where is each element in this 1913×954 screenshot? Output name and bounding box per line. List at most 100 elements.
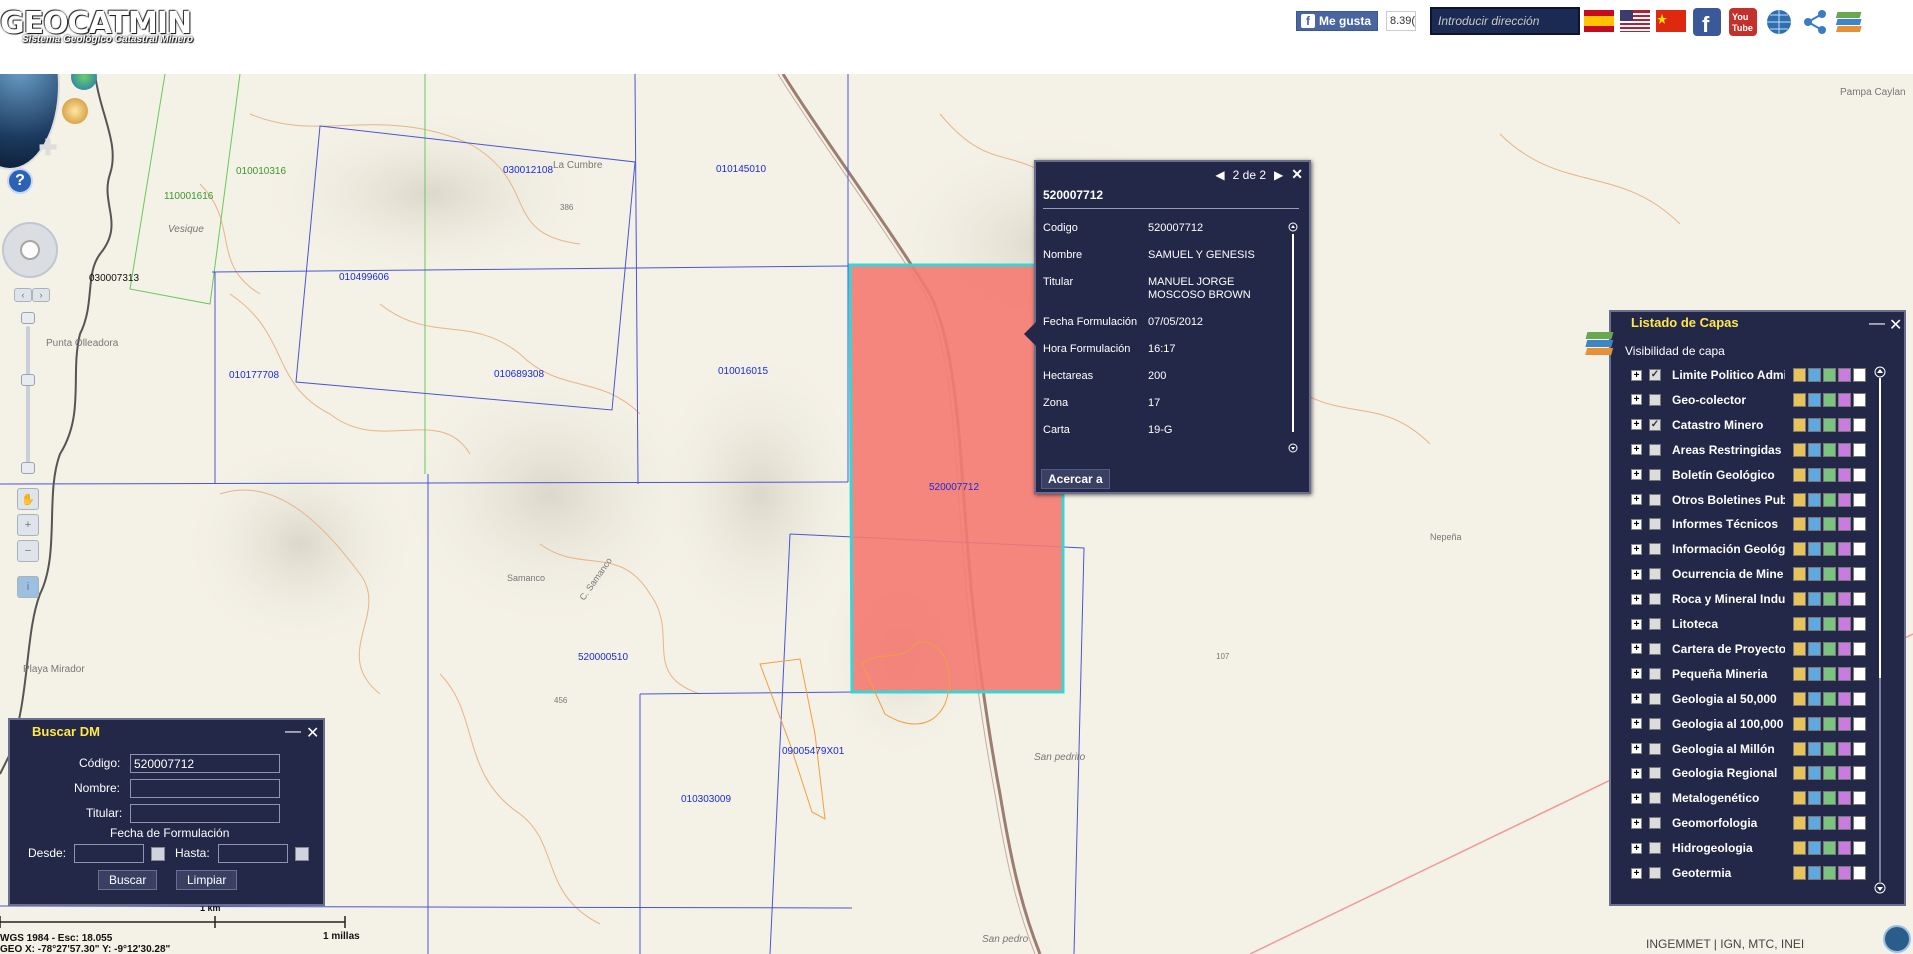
flag-china-icon[interactable]: [1656, 6, 1686, 36]
layer-legend-icon[interactable]: [1808, 492, 1821, 507]
globe-grid-icon[interactable]: [1764, 6, 1794, 36]
layer-visibility-checkbox[interactable]: [1649, 817, 1661, 830]
expand-icon[interactable]: +: [1631, 693, 1642, 705]
layer-settings-icon[interactable]: [1793, 467, 1806, 482]
layer-transparency-icon[interactable]: [1823, 617, 1836, 631]
layer-transparency-icon[interactable]: [1823, 467, 1836, 482]
codigo-input[interactable]: [130, 754, 280, 773]
zoom-in-tool-icon[interactable]: +: [17, 514, 39, 536]
layer-row[interactable]: + Geologia al 50,000: [1611, 688, 1881, 710]
layer-visibility-checkbox[interactable]: [1649, 867, 1661, 879]
layer-legend-icon[interactable]: [1808, 641, 1821, 656]
layer-metadata-icon[interactable]: [1838, 368, 1851, 382]
layer-document-icon[interactable]: [1853, 392, 1866, 407]
help-icon[interactable]: ?: [7, 168, 33, 194]
layer-document-icon[interactable]: [1853, 641, 1866, 656]
layer-settings-icon[interactable]: [1793, 492, 1806, 507]
layer-row[interactable]: + Hidrogeologia: [1611, 837, 1881, 859]
layer-legend-icon[interactable]: [1808, 841, 1821, 856]
layer-transparency-icon[interactable]: [1823, 368, 1836, 382]
layer-metadata-icon[interactable]: [1838, 791, 1851, 806]
layer-metadata-icon[interactable]: [1838, 542, 1851, 557]
layer-row[interactable]: + Geo-colector: [1611, 389, 1881, 411]
limpiar-button[interactable]: Limpiar: [176, 870, 238, 890]
flag-usa-icon[interactable]: [1620, 6, 1650, 36]
layer-document-icon[interactable]: [1853, 492, 1866, 507]
layer-row[interactable]: + ✓ Catastro Minero: [1611, 414, 1881, 436]
close-icon[interactable]: ✕: [1291, 166, 1303, 183]
expand-icon[interactable]: +: [1631, 568, 1642, 580]
layer-transparency-icon[interactable]: [1823, 691, 1836, 706]
layer-metadata-icon[interactable]: [1838, 517, 1851, 532]
expand-icon[interactable]: +: [1631, 494, 1642, 505]
layer-visibility-checkbox[interactable]: ✓: [1649, 418, 1661, 431]
layer-legend-icon[interactable]: [1808, 392, 1821, 407]
layer-legend-icon[interactable]: [1808, 442, 1821, 457]
layer-metadata-icon[interactable]: [1838, 417, 1851, 432]
layer-metadata-icon[interactable]: [1838, 492, 1851, 507]
magnifier-icon[interactable]: [62, 98, 88, 124]
layer-document-icon[interactable]: [1853, 841, 1866, 856]
layer-transparency-icon[interactable]: [1823, 791, 1836, 806]
layer-transparency-icon[interactable]: [1823, 542, 1836, 557]
expand-icon[interactable]: +: [1631, 743, 1642, 754]
layer-metadata-icon[interactable]: [1838, 866, 1851, 880]
prev-extent-icon[interactable]: ‹: [14, 288, 32, 302]
layer-transparency-icon[interactable]: [1823, 666, 1836, 681]
layer-visibility-checkbox[interactable]: [1649, 692, 1661, 705]
next-extent-icon[interactable]: ›: [32, 288, 50, 302]
pan-navigation-control[interactable]: [2, 222, 58, 278]
expand-icon[interactable]: +: [1631, 618, 1642, 630]
layer-row[interactable]: + Otros Boletines Pub: [1611, 489, 1881, 511]
layer-transparency-icon[interactable]: [1823, 417, 1836, 432]
layer-metadata-icon[interactable]: [1838, 691, 1851, 706]
layer-metadata-icon[interactable]: [1838, 816, 1851, 831]
layer-settings-icon[interactable]: [1793, 442, 1806, 457]
layer-visibility-checkbox[interactable]: ✓: [1649, 369, 1661, 381]
layer-document-icon[interactable]: [1853, 467, 1866, 482]
layer-visibility-checkbox[interactable]: [1649, 842, 1661, 855]
youtube-icon[interactable]: You Tube: [1728, 6, 1758, 36]
layer-metadata-icon[interactable]: [1838, 467, 1851, 482]
expand-icon[interactable]: +: [1631, 792, 1642, 804]
layer-visibility-checkbox[interactable]: [1649, 593, 1661, 606]
layer-visibility-checkbox[interactable]: [1649, 443, 1661, 456]
layer-legend-icon[interactable]: [1808, 666, 1821, 681]
layer-legend-icon[interactable]: [1808, 567, 1821, 582]
layer-visibility-checkbox[interactable]: [1649, 543, 1661, 556]
layer-metadata-icon[interactable]: [1838, 641, 1851, 656]
layer-visibility-checkbox[interactable]: [1649, 568, 1661, 581]
layer-legend-icon[interactable]: [1808, 691, 1821, 706]
minimize-icon[interactable]: —: [1869, 315, 1885, 333]
layer-document-icon[interactable]: [1853, 542, 1866, 557]
layer-row[interactable]: + Geologia al Millón: [1611, 738, 1881, 760]
layer-transparency-icon[interactable]: [1823, 442, 1836, 457]
share-icon[interactable]: [1800, 6, 1830, 36]
layer-document-icon[interactable]: [1853, 691, 1866, 706]
layer-document-icon[interactable]: [1853, 766, 1866, 781]
layer-transparency-icon[interactable]: [1823, 741, 1836, 756]
titular-input[interactable]: [130, 804, 280, 823]
minimize-icon[interactable]: —: [285, 723, 301, 741]
layer-visibility-checkbox[interactable]: [1649, 393, 1661, 406]
layer-legend-icon[interactable]: [1808, 542, 1821, 557]
layer-row[interactable]: + Geomorfologia: [1611, 812, 1881, 834]
expand-icon[interactable]: +: [1631, 444, 1642, 456]
next-feature-icon[interactable]: ▶: [1274, 168, 1283, 182]
calendar-icon[interactable]: [295, 847, 309, 861]
layer-metadata-icon[interactable]: [1838, 741, 1851, 756]
layer-visibility-checkbox[interactable]: [1649, 767, 1661, 780]
layer-document-icon[interactable]: [1853, 866, 1866, 880]
expand-icon[interactable]: +: [1631, 643, 1642, 655]
layer-metadata-icon[interactable]: [1838, 617, 1851, 631]
layer-row[interactable]: + Roca y Mineral Indu: [1611, 588, 1881, 610]
layer-visibility-checkbox[interactable]: [1649, 642, 1661, 655]
layer-settings-icon[interactable]: [1793, 592, 1806, 607]
identify-info-icon[interactable]: i: [17, 576, 39, 598]
layer-row[interactable]: + ✓ Limite Politico Admi: [1611, 364, 1881, 386]
layer-transparency-icon[interactable]: [1823, 766, 1836, 781]
expand-icon[interactable]: +: [1631, 817, 1642, 829]
expand-icon[interactable]: +: [1631, 593, 1642, 605]
layer-visibility-checkbox[interactable]: [1649, 667, 1661, 680]
layer-transparency-icon[interactable]: [1823, 567, 1836, 582]
